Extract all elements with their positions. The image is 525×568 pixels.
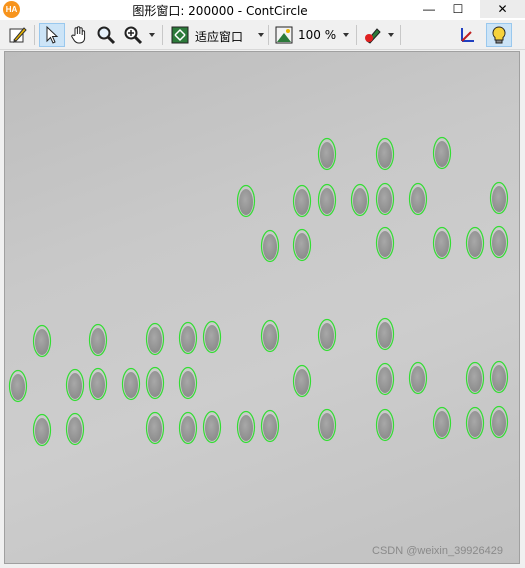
- toolbar-separator: [34, 25, 35, 45]
- engraved-dot: [11, 374, 25, 400]
- draw-color-dropdown-arrow[interactable]: [388, 33, 394, 37]
- fit-window-icon[interactable]: [168, 23, 192, 47]
- engraved-dot: [263, 324, 277, 350]
- engraved-dot: [435, 411, 449, 437]
- engraved-dot: [295, 189, 309, 215]
- zoom-dropdown-arrow[interactable]: [149, 33, 155, 37]
- light-bulb-icon[interactable]: [486, 23, 512, 47]
- fit-window-label[interactable]: 适应窗口: [195, 28, 243, 45]
- hand-icon[interactable]: [67, 23, 91, 47]
- zoom-in-icon[interactable]: [121, 23, 145, 47]
- engraved-dot: [435, 141, 449, 167]
- toolbar: 适应窗口 100 %: [0, 20, 525, 50]
- engraved-dot: [320, 142, 334, 168]
- magnifier-icon[interactable]: [94, 23, 118, 47]
- engraved-dot: [35, 329, 49, 355]
- engraved-dot: [148, 416, 162, 442]
- engraved-dot: [35, 418, 49, 444]
- window-title: 图形窗口: 200000 - ContCircle: [132, 4, 308, 18]
- zoom-percent-icon[interactable]: [272, 23, 296, 47]
- engraved-dot: [411, 187, 425, 213]
- engraved-dot: [492, 230, 506, 256]
- engraved-dot: [239, 415, 253, 441]
- toolbar-separator: [356, 25, 357, 45]
- engraved-dot: [68, 417, 82, 443]
- engraved-dot: [378, 322, 392, 348]
- engraved-dot: [378, 231, 392, 257]
- engraved-dot: [320, 413, 334, 439]
- engraved-dot: [468, 411, 482, 437]
- watermark: CSDN @weixin_39926429: [372, 545, 504, 557]
- engraved-dot: [205, 325, 219, 351]
- pointer-icon[interactable]: [39, 23, 65, 47]
- zoom-value[interactable]: 100 %: [298, 28, 336, 42]
- engraved-dot: [148, 371, 162, 397]
- contour-overlay: [8, 136, 509, 447]
- axes-icon[interactable]: [454, 23, 478, 47]
- engraved-dot: [91, 372, 105, 398]
- engraved-dot: [181, 416, 195, 442]
- toolbar-separator: [162, 25, 163, 45]
- zoom-value-dropdown-arrow[interactable]: [343, 33, 349, 37]
- engraved-dot: [468, 231, 482, 257]
- engraved-dot: [378, 367, 392, 393]
- engraved-dot: [148, 327, 162, 353]
- engraved-dot: [411, 366, 425, 392]
- engraved-dot: [378, 413, 392, 439]
- edit-icon[interactable]: [6, 23, 30, 47]
- engraved-dot: [492, 186, 506, 212]
- engraved-dot: [320, 323, 334, 349]
- image-canvas[interactable]: [4, 51, 520, 564]
- engraved-dot: [181, 371, 195, 397]
- engraved-dot: [295, 233, 309, 259]
- engraved-dot: [263, 414, 277, 440]
- engraved-dot: [320, 188, 334, 214]
- engraved-dot: [91, 328, 105, 354]
- fit-dropdown-arrow[interactable]: [258, 33, 264, 37]
- engraved-dot: [353, 188, 367, 214]
- engraved-dot: [263, 234, 277, 260]
- minimize-button[interactable]: —: [415, 0, 443, 18]
- engraved-dot: [181, 326, 195, 352]
- engraved-dot: [468, 366, 482, 392]
- close-button[interactable]: ✕: [480, 0, 525, 18]
- engraved-dot: [492, 410, 506, 436]
- maximize-button[interactable]: ☐: [444, 0, 472, 18]
- engraved-dot: [492, 365, 506, 391]
- engraved-dot: [124, 372, 138, 398]
- engraved-dot: [378, 142, 392, 168]
- engraved-dot: [295, 369, 309, 395]
- engraved-dot: [435, 231, 449, 257]
- draw-color-icon[interactable]: [361, 23, 385, 47]
- engraved-dot: [68, 373, 82, 399]
- engraved-dot: [378, 187, 392, 213]
- title-bar: HA 图形窗口: 200000 - ContCircle — ☐ ✕: [0, 0, 525, 20]
- engraved-dot: [239, 189, 253, 215]
- toolbar-separator: [400, 25, 401, 45]
- toolbar-separator: [268, 25, 269, 45]
- engraved-dot: [205, 415, 219, 441]
